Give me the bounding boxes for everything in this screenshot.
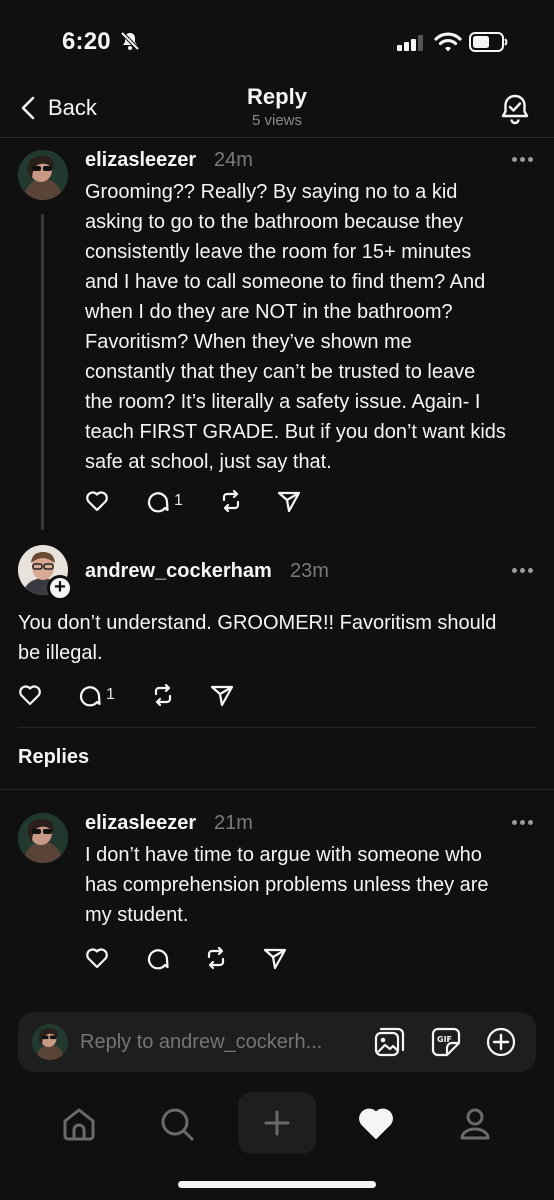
avatar[interactable] — [18, 150, 68, 200]
send-icon — [210, 685, 234, 707]
repost-button[interactable] — [150, 681, 176, 709]
add-circle-icon[interactable] — [485, 1026, 517, 1058]
heart-icon — [86, 948, 108, 969]
post-line: be illegal. — [18, 642, 103, 664]
post-body: I don’t have time to argue with someone … — [85, 840, 545, 930]
post-username[interactable]: elizasleezer — [85, 812, 196, 835]
reply-count: 1 — [174, 492, 183, 509]
comment-icon — [79, 686, 101, 707]
search-icon[interactable] — [157, 1104, 197, 1144]
repost-button[interactable] — [203, 944, 229, 972]
repost-button[interactable] — [218, 487, 244, 515]
page-title: Reply — [247, 84, 307, 109]
post-line: the room? It’s literally a safety issue.… — [85, 391, 481, 413]
notification-bell-button[interactable] — [498, 92, 532, 126]
comment-icon — [147, 949, 169, 970]
heart-filled-icon[interactable] — [356, 1104, 396, 1144]
reply-input[interactable] — [80, 1028, 360, 1056]
post-line: Grooming?? Really? By saying no to a kid — [85, 181, 458, 203]
post-time: 23m — [290, 560, 329, 582]
reply-button[interactable]: 1 — [144, 487, 183, 515]
profile-icon[interactable] — [455, 1104, 495, 1144]
send-icon — [263, 948, 287, 970]
home-indicator — [178, 1181, 376, 1188]
like-button[interactable] — [17, 681, 43, 709]
profile-photo-icon — [18, 150, 68, 200]
post-time: 24m — [214, 149, 253, 171]
post-line: I don’t have time to argue with someone … — [85, 844, 482, 866]
post-time: 21m — [214, 812, 253, 834]
post-line: constantly that they can’t be trusted to… — [85, 361, 476, 383]
post-line: and I have to call someone to find them?… — [85, 271, 486, 293]
divider — [18, 727, 536, 728]
reply-button[interactable]: 1 — [76, 681, 115, 709]
replies-heading: Replies — [18, 746, 90, 768]
share-button[interactable] — [276, 487, 302, 515]
compose-button[interactable] — [238, 1092, 316, 1154]
post-username[interactable]: elizasleezer — [85, 149, 196, 172]
post-body: Grooming?? Really? By saying no to a kid… — [85, 177, 545, 477]
status-bar: 6:20 — [0, 0, 554, 80]
repost-icon — [207, 946, 225, 970]
svg-text:GIF: GIF — [437, 1035, 452, 1044]
post-line: safe at school, just say that. — [85, 451, 332, 473]
post-line: my student. — [85, 904, 189, 926]
gif-icon[interactable]: GIF — [430, 1026, 462, 1058]
post-line: has comprehension problems unless they a… — [85, 874, 489, 896]
wifi-icon — [434, 32, 462, 52]
post-body: You don’t understand. GROOMER!! Favoriti… — [18, 608, 544, 668]
thread-line — [41, 214, 44, 530]
more-options-button[interactable] — [512, 568, 534, 574]
avatar[interactable] — [18, 813, 68, 863]
post-line: consistently leave the room for 15+ minu… — [85, 241, 472, 263]
post-username[interactable]: andrew_cockerham — [85, 560, 272, 583]
comment-icon — [147, 492, 169, 513]
reply-button[interactable] — [144, 944, 170, 972]
battery-icon — [469, 32, 508, 52]
profile-photo-icon — [32, 1024, 68, 1060]
heart-icon — [86, 491, 108, 512]
post-line: asking to go to the bathroom because the… — [85, 211, 464, 233]
gallery-icon[interactable] — [373, 1026, 405, 1058]
divider — [0, 789, 554, 790]
reply-count: 1 — [106, 686, 115, 703]
repost-icon — [222, 489, 240, 513]
follow-plus-button[interactable]: + — [47, 575, 73, 601]
share-button[interactable] — [262, 944, 288, 972]
bell-slash-icon — [120, 31, 140, 51]
plus-icon — [264, 1110, 290, 1136]
like-button[interactable] — [84, 944, 110, 972]
post-line: Favoritism? When they’ve shown me — [85, 331, 412, 353]
reply-composer: GIF — [18, 1012, 536, 1072]
composer-avatar — [32, 1024, 68, 1060]
view-count: 5 views — [251, 112, 303, 129]
share-button[interactable] — [209, 681, 235, 709]
profile-photo-icon — [18, 813, 68, 863]
status-time: 6:20 — [62, 28, 111, 55]
more-options-button[interactable] — [512, 820, 534, 826]
navigation-header: Back Reply 5 views — [0, 80, 554, 138]
cellular-signal-icon — [397, 35, 423, 51]
heart-icon — [19, 685, 41, 706]
bottom-tab-bar — [0, 1086, 554, 1166]
send-icon — [277, 491, 301, 513]
post-line: You don’t understand. GROOMER!! Favoriti… — [18, 612, 497, 634]
repost-icon — [154, 683, 172, 707]
post-line: teach FIRST GRADE. But if you don’t want… — [85, 421, 506, 443]
post-line: when I do they are NOT in the bathroom? — [85, 301, 453, 323]
like-button[interactable] — [84, 487, 110, 515]
more-options-button[interactable] — [512, 157, 534, 163]
home-icon[interactable] — [59, 1104, 99, 1144]
